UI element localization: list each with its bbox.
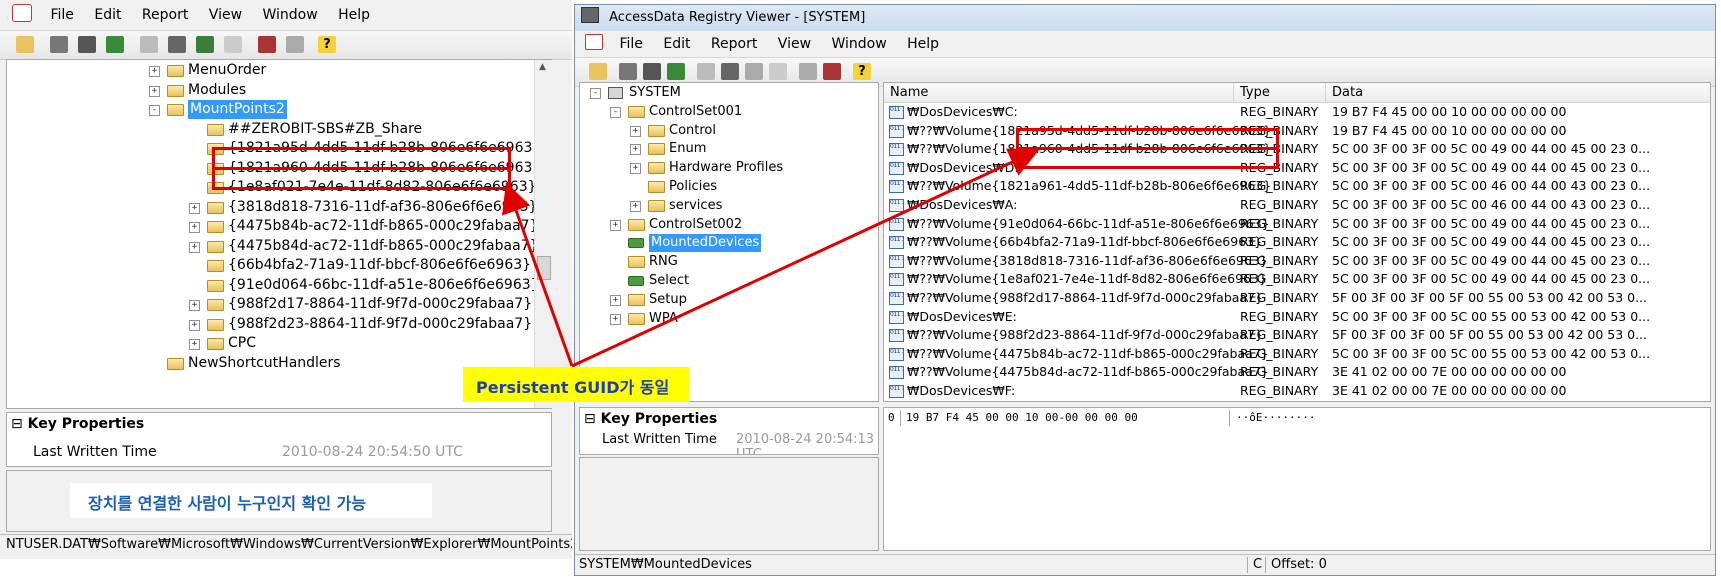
- callout-text: Persistent GUID가 동일: [476, 378, 670, 397]
- arrow-to-left: [502, 182, 574, 367]
- callout-arrows: [502, 148, 1040, 368]
- arrow-to-right: [571, 148, 1040, 368]
